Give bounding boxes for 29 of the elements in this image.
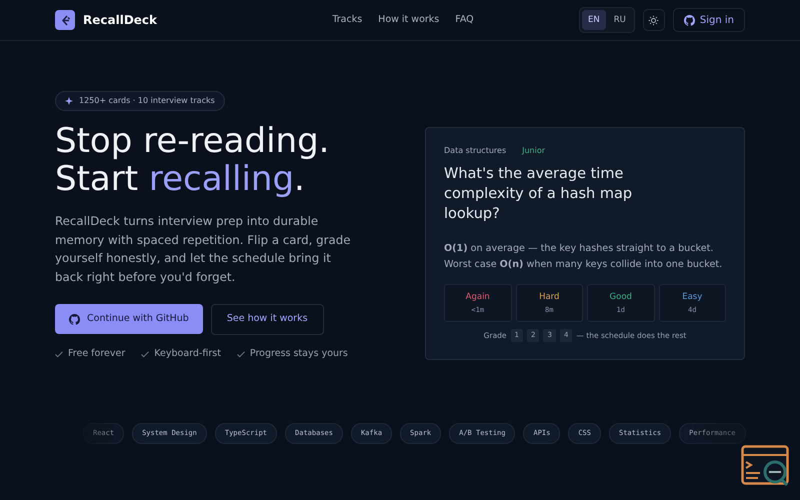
theme-toggle-button[interactable] (642, 9, 665, 31)
hero-title: Stop re-reading. Start recalling. (55, 122, 330, 198)
perk-text: Keyboard-first (154, 347, 221, 361)
github-icon (684, 14, 695, 26)
badge-text: 1250+ cards · 10 interview tracks (79, 95, 215, 107)
github-icon (69, 314, 80, 324)
card-answer: O(1) on average — the key hashes straight to a bucket. Worst case O(n) when many keys collide into one bucket. (444, 242, 724, 272)
hero-description: RecallDeck turns interview prep into durable memory with spaced repetition. Flip a card, grade yourself honestly, and let the schedule bring it back right before you'd forget. (55, 213, 352, 286)
sign-in-button[interactable]: Sign in (672, 8, 745, 32)
brand-name[interactable]: RecallDeck (83, 11, 158, 29)
nav-link[interactable]: FAQ (455, 12, 474, 28)
language-option[interactable]: RU (608, 10, 632, 30)
category-label: Data structures (444, 145, 506, 157)
card-question: What's the average time complexity of a hash map lookup? (444, 165, 634, 224)
check-icon (236, 350, 245, 358)
github-button[interactable]: Continue with GitHub (55, 304, 203, 334)
check-icon (55, 350, 63, 358)
level-tag: Junior (522, 145, 546, 157)
logo-icon (55, 10, 75, 30)
nav-link[interactable]: How it works (378, 12, 440, 28)
sun-icon (648, 14, 660, 26)
language-option[interactable]: EN (582, 10, 606, 30)
browser-search-icon[interactable] (741, 445, 791, 489)
sparkle-icon (65, 97, 73, 105)
check-icon (141, 350, 150, 358)
perk-text: Free forever (68, 347, 126, 361)
how-it-works-button[interactable]: See how it works (210, 304, 324, 335)
perk-text: Progress stays yours (250, 347, 348, 361)
nav-link[interactable]: Tracks (332, 12, 362, 28)
